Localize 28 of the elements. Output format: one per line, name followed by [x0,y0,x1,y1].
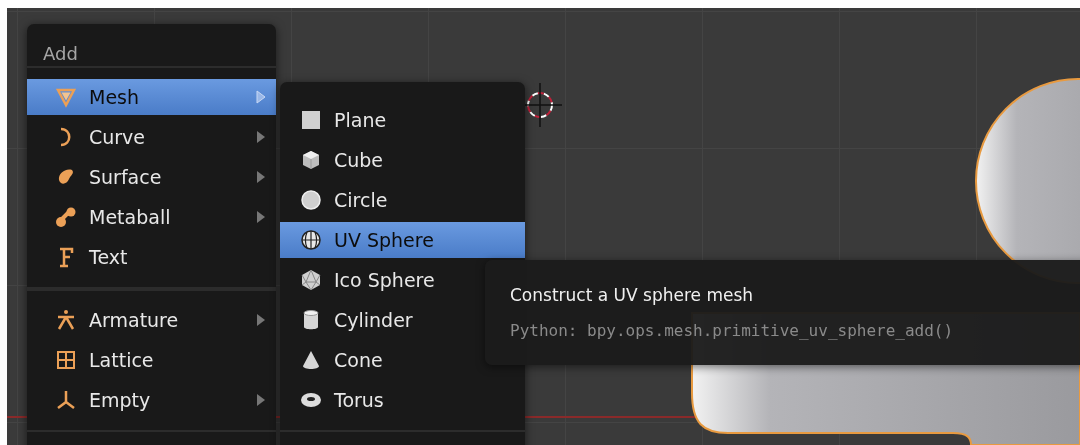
menu-item[interactable]: Lattice [27,342,276,378]
python-command: Python: bpy.ops.mesh.primitive_uv_sphere_add() [510,321,954,340]
menu-item[interactable]: Armature [27,302,276,338]
sphere-icon [300,229,322,251]
submenu-item[interactable]: Circle [280,182,525,218]
submenu-item[interactable]: Cone [280,342,525,378]
circle-icon [300,189,322,211]
submenu-item[interactable]: Cube [280,142,525,178]
metaball-icon [55,206,77,228]
menu-item[interactable]: Text [27,239,276,275]
cone-icon [300,349,322,371]
menu-item[interactable]: Empty [27,382,276,418]
empty-axes-icon [55,389,77,411]
menu-item[interactable]: Mesh [27,79,276,115]
tooltip-title: Construct a UV sphere mesh [510,285,754,305]
submenu-item[interactable]: UV Sphere [280,222,525,258]
icosphere-icon [300,269,322,291]
cube-icon [300,149,322,171]
lattice-icon [55,349,77,371]
menu-title: Add [42,42,79,66]
menu-item[interactable]: Metaball [27,199,276,235]
plane-icon [300,109,322,131]
menu-item[interactable]: Curve [27,119,276,155]
submenu-item[interactable]: Plane [280,102,525,138]
armature-icon [55,309,77,331]
menu-item[interactable]: Surface [27,159,276,195]
submenu-item[interactable]: Torus [280,382,525,418]
triangle-mesh-icon [55,86,77,108]
